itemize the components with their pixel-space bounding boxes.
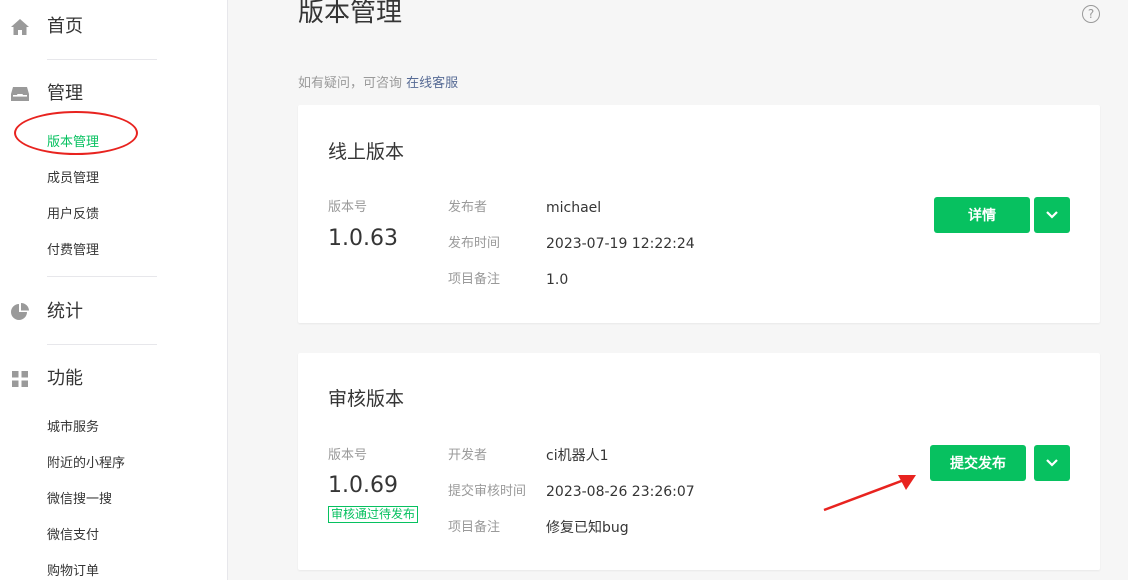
inbox-icon <box>10 84 30 104</box>
nav-manage-label: 管理 <box>47 83 83 104</box>
card-title: 线上版本 <box>328 141 405 163</box>
version-number: 1.0.69 <box>328 473 398 498</box>
field-label: 发布者 <box>448 200 488 215</box>
nav-features[interactable]: 功能 <box>0 364 228 394</box>
version-label: 版本号 <box>328 448 368 463</box>
chevron-down-icon <box>1046 459 1058 467</box>
sidebar: 首页 管理 版本管理 成员管理 用户反馈 付费管理 统计 功能 城市服务 附近的… <box>0 0 228 580</box>
online-support-link[interactable]: 在线客服 <box>406 76 458 91</box>
online-more-button[interactable] <box>1034 197 1070 233</box>
nav-stats[interactable]: 统计 <box>0 297 228 327</box>
nav-home-label: 首页 <box>47 16 83 37</box>
field-value: ci机器人1 <box>546 448 609 464</box>
status-badge: 审核通过待发布 <box>328 506 419 523</box>
field-label: 开发者 <box>448 448 488 463</box>
card-title: 审核版本 <box>328 388 405 410</box>
nav-manage[interactable]: 管理 <box>0 79 228 109</box>
sidebar-item-payment-manage[interactable]: 付费管理 <box>47 242 99 260</box>
field-value: 2023-07-19 12:22:24 <box>546 236 695 252</box>
sidebar-item-user-feedback[interactable]: 用户反馈 <box>47 206 99 224</box>
details-button[interactable]: 详情 <box>934 197 1030 233</box>
sidebar-item-city-service[interactable]: 城市服务 <box>47 419 99 437</box>
submit-release-button[interactable]: 提交发布 <box>930 445 1026 481</box>
divider <box>47 276 157 277</box>
sidebar-item-nearby-miniprogram[interactable]: 附近的小程序 <box>47 455 125 473</box>
nav-stats-label: 统计 <box>47 301 83 322</box>
sidebar-item-wechat-pay[interactable]: 微信支付 <box>47 527 99 545</box>
review-more-button[interactable] <box>1034 445 1070 481</box>
divider <box>47 344 157 345</box>
version-number: 1.0.63 <box>328 226 398 251</box>
field-label: 发布时间 <box>448 236 501 251</box>
pie-chart-icon <box>10 302 30 322</box>
online-version-card: 线上版本 版本号 1.0.63 发布者 michael 发布时间 2023-07… <box>298 105 1100 323</box>
sidebar-item-wechat-search[interactable]: 微信搜一搜 <box>47 491 112 509</box>
field-value: 修复已知bug <box>546 520 629 536</box>
field-label: 提交审核时间 <box>448 484 527 499</box>
sidebar-item-member-manage[interactable]: 成员管理 <box>47 170 99 188</box>
review-version-card: 审核版本 版本号 1.0.69 审核通过待发布 开发者 ci机器人1 提交审核时… <box>298 353 1100 570</box>
hint-label: 如有疑问，可咨询 <box>298 76 403 91</box>
version-label: 版本号 <box>328 200 368 215</box>
sidebar-item-shopping-orders[interactable]: 购物订单 <box>47 563 99 580</box>
divider <box>47 59 157 60</box>
nav-features-label: 功能 <box>47 368 83 389</box>
chevron-down-icon <box>1046 211 1058 219</box>
home-icon <box>10 17 30 37</box>
field-label: 项目备注 <box>448 272 501 287</box>
field-value: michael <box>546 200 602 216</box>
field-value: 1.0 <box>546 272 569 288</box>
hint-text: 如有疑问，可咨询 在线客服 <box>298 75 458 93</box>
page-title: 版本管理 <box>298 0 403 28</box>
field-label: 项目备注 <box>448 520 501 535</box>
field-value: 2023-08-26 23:26:07 <box>546 484 695 500</box>
nav-home[interactable]: 首页 <box>0 12 228 42</box>
help-icon[interactable]: ? <box>1082 5 1100 23</box>
annotation-arrow-icon <box>823 475 916 512</box>
grid-icon <box>10 369 30 389</box>
annotation-circle <box>14 111 138 155</box>
